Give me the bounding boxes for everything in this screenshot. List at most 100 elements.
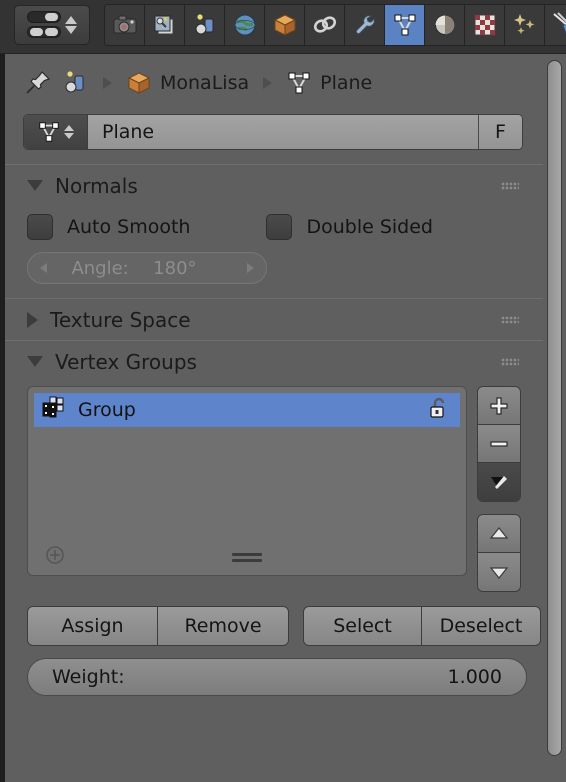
tab-world[interactable] [225,4,265,45]
pin-icon[interactable] [23,68,53,98]
tab-render[interactable] [105,4,145,45]
weight-slider[interactable]: Weight: 1.000 [27,658,527,696]
vertex-group-move-stack [477,514,521,592]
scene-data-icon[interactable] [61,69,89,97]
vertex-groups-body: Group [5,382,543,592]
double-sided-label: Double Sided [306,216,433,238]
chain-link-icon [313,15,336,33]
scene-icon [195,13,213,34]
weight-value: 1.000 [447,666,502,688]
chevron-down-icon [27,356,43,367]
unlocked-padlock-icon[interactable] [428,396,452,424]
vertex-group-move-down-button[interactable] [478,553,520,591]
angle-value: 180° [153,257,197,279]
vertex-group-action-buttons: Assign Remove Select Deselect [27,606,543,646]
vertex-group-list[interactable]: Group [27,386,467,576]
auto-smooth-checkbox[interactable] [27,214,53,240]
panel-grip-icon[interactable] [501,315,519,324]
remove-button[interactable]: Remove [158,607,288,645]
tab-texture[interactable] [465,4,505,45]
tab-object-data[interactable] [385,4,425,45]
vertex-group-specials-button[interactable] [478,463,520,501]
panel-grip-icon[interactable] [501,181,519,190]
world-globe-icon [234,14,255,35]
mesh-data-triangle-icon [394,14,415,35]
tab-render-layers[interactable] [145,4,185,45]
properties-tab-strip [104,3,566,46]
wrench-icon [355,14,375,34]
vertex-group-move-up-button[interactable] [478,515,520,553]
panel-scrollbar-thumb[interactable] [547,60,562,756]
section-header-vertex-groups[interactable]: Vertex Groups [5,340,543,382]
breadcrumb-separator-2 [263,77,273,89]
section-title-vertex-groups: Vertex Groups [55,349,197,374]
breadcrumb-object-label[interactable]: MonaLisa [160,72,249,94]
dropdown-triangle-icon [491,476,507,489]
section-title-normals: Normals [55,173,138,198]
vertex-group-icon [42,396,66,424]
editor-type-selector[interactable] [14,4,90,45]
circle-plus-icon[interactable] [44,544,66,570]
double-sided-checkbox-row[interactable]: Double Sided [266,214,433,240]
normals-body: Auto Smooth Double Sided Angle: 180° [5,206,543,298]
minus-icon [490,440,508,447]
assign-button[interactable]: Assign [28,607,158,645]
breadcrumb-mesh-icon [286,70,312,96]
properties-editor-icon [27,11,61,38]
auto-smooth-label: Auto Smooth [67,216,191,238]
breadcrumb-object-icon [126,70,152,96]
section-header-normals[interactable]: Normals [5,164,543,206]
vertex-group-add-button[interactable] [478,387,520,425]
resize-grip-icon[interactable] [232,550,262,565]
tab-physics[interactable] [545,4,566,45]
angle-label: Angle: [71,257,129,279]
datablock-browse-arrows[interactable] [64,125,74,139]
section-header-texture-space[interactable]: Texture Space [5,298,543,340]
physics-orbit-icon [553,11,566,34]
triangle-down-icon [489,567,509,579]
plus-icon [490,396,508,415]
blender-properties-editor: MonaLisa Plane Plane F Normals Auto Smoo… [0,0,566,782]
tab-particles[interactable] [505,4,545,45]
vertex-group-name[interactable]: Group [78,399,416,421]
properties-panel: MonaLisa Plane Plane F Normals Auto Smoo… [0,54,566,782]
properties-topbar [0,0,566,54]
weight-label: Weight: [52,666,125,688]
vertex-group-remove-button[interactable] [478,425,520,463]
slider-right-arrow-icon[interactable] [246,263,254,273]
deselect-button[interactable]: Deselect [422,607,540,645]
chevron-down-icon [27,180,43,191]
tab-material[interactable] [425,4,465,45]
breadcrumb: MonaLisa Plane [5,54,543,112]
mesh-name-input[interactable]: Plane [88,115,478,149]
vertex-group-add-remove-stack [477,386,521,502]
triangle-up-icon [489,526,509,539]
object-cube-icon [273,13,296,36]
material-sphere-icon [434,14,455,35]
mesh-datablock-row: Plane F [23,114,523,150]
panel-scrollbar[interactable] [547,60,562,760]
double-sided-checkbox[interactable] [266,214,293,240]
camera-icon [113,15,136,33]
datablock-browse-button[interactable] [24,115,88,149]
mesh-data-triangle-icon [39,122,59,142]
select-button[interactable]: Select [304,607,422,645]
tab-object[interactable] [265,4,305,45]
editor-select-arrows[interactable] [65,15,77,34]
auto-smooth-angle-slider[interactable]: Angle: 180° [27,252,267,284]
breadcrumb-separator-1 [103,77,112,89]
render-layers-icon [154,15,173,34]
tab-modifiers[interactable] [345,4,385,45]
texture-checker-icon [474,14,495,35]
slider-left-arrow-icon[interactable] [40,263,47,273]
vertex-group-side-buttons [477,386,521,592]
list-item[interactable]: Group [34,393,460,427]
auto-smooth-checkbox-row[interactable]: Auto Smooth [27,214,190,240]
select-deselect-group: Select Deselect [303,606,541,646]
tab-constraints[interactable] [305,4,345,45]
tab-scene[interactable] [185,4,225,45]
panel-grip-icon[interactable] [501,357,519,366]
particles-sparkle-icon [513,13,534,34]
fake-user-button[interactable]: F [478,115,522,149]
breadcrumb-mesh-label[interactable]: Plane [320,72,372,94]
